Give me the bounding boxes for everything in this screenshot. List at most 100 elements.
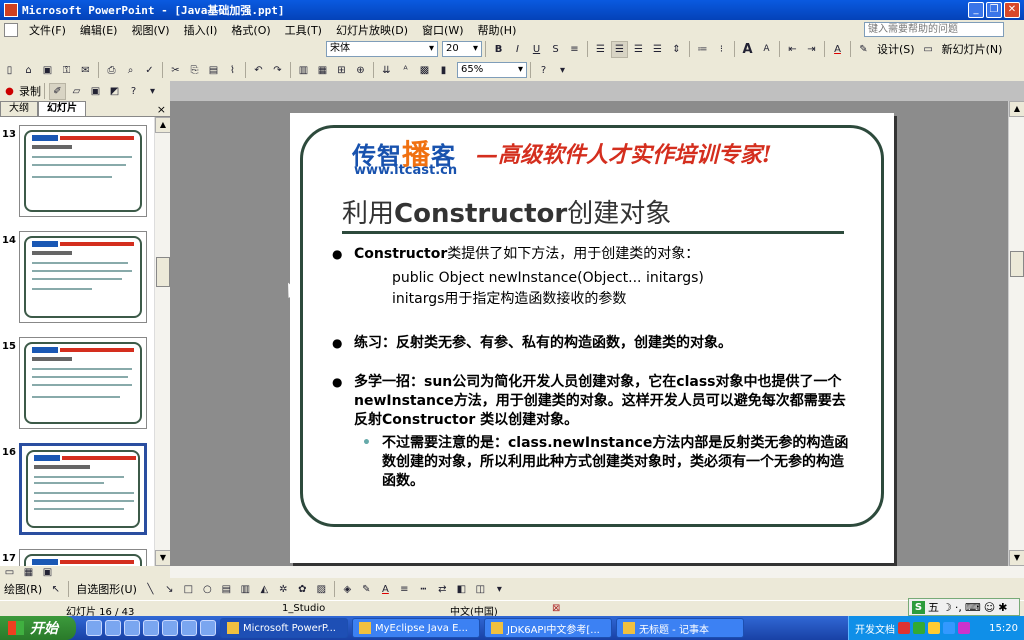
ime-mode[interactable]: 五 bbox=[928, 599, 939, 615]
paste-icon[interactable]: ▤ bbox=[205, 62, 222, 79]
menu-file[interactable]: 文件(F) bbox=[22, 22, 73, 38]
settings-icon[interactable]: ✱ bbox=[998, 601, 1007, 614]
cut-icon[interactable]: ✂ bbox=[167, 62, 184, 79]
font-name-select[interactable]: 宋体 ▾ bbox=[326, 41, 438, 57]
underline-icon[interactable]: U bbox=[528, 41, 545, 58]
slide-title[interactable]: 利用Constructor创建对象 bbox=[342, 193, 671, 230]
scroll-thumb[interactable] bbox=[156, 257, 170, 287]
shadow-icon[interactable]: S bbox=[547, 41, 564, 58]
undo-icon[interactable]: ↶ bbox=[250, 62, 267, 79]
tray-icon[interactable] bbox=[928, 622, 940, 634]
sorter-view-icon[interactable]: ▦ bbox=[20, 567, 37, 578]
punctuation-icon[interactable]: ·, bbox=[955, 601, 962, 614]
toolbar-options-icon[interactable]: ▾ bbox=[491, 581, 508, 598]
record-icon[interactable]: ● bbox=[1, 83, 18, 100]
design-icon[interactable]: ✎ bbox=[855, 41, 872, 58]
arrow-icon[interactable]: ↘ bbox=[161, 581, 178, 598]
taskbar-item-myeclipse[interactable]: MyEclipse Java E... bbox=[352, 618, 480, 638]
vertical-textbox-icon[interactable]: ▥ bbox=[237, 581, 254, 598]
menu-format[interactable]: 格式(O) bbox=[224, 22, 277, 38]
bold-icon[interactable]: B bbox=[490, 41, 507, 58]
menu-insert[interactable]: 插入(I) bbox=[177, 22, 225, 38]
help-icon[interactable]: ? bbox=[535, 62, 552, 79]
menu-edit[interactable]: 编辑(E) bbox=[73, 22, 125, 38]
scroll-up-icon[interactable]: ▲ bbox=[155, 117, 171, 133]
scroll-thumb[interactable] bbox=[1010, 251, 1024, 277]
photo-icon[interactable]: ◩ bbox=[106, 83, 123, 100]
new-slide-button[interactable]: 新幻灯片(N) bbox=[938, 41, 1007, 57]
line-style-icon[interactable]: ≡ bbox=[396, 581, 413, 598]
document-icon[interactable] bbox=[4, 22, 18, 37]
line-color-icon[interactable]: ✎ bbox=[358, 581, 375, 598]
close-button[interactable]: ✕ bbox=[1004, 2, 1020, 18]
minimize-button[interactable]: _ bbox=[968, 2, 984, 18]
shadow-style-icon[interactable]: ◧ bbox=[453, 581, 470, 598]
picture-icon[interactable]: ▨ bbox=[313, 581, 330, 598]
new-slide-icon[interactable]: ▭ bbox=[920, 41, 937, 58]
dash-style-icon[interactable]: ┅ bbox=[415, 581, 432, 598]
help-circle-icon[interactable]: ? bbox=[125, 83, 142, 100]
wordart-icon[interactable]: ◭ bbox=[256, 581, 273, 598]
taskbar-item-notepad[interactable]: 无标题 - 记事本 bbox=[616, 618, 744, 638]
spellcheck-icon[interactable]: ⊠ bbox=[552, 603, 560, 614]
taskbar-item-powerpoint[interactable]: Microsoft PowerP... bbox=[220, 618, 348, 638]
menu-help[interactable]: 帮助(H) bbox=[471, 22, 524, 38]
scroll-up-icon[interactable]: ▲ bbox=[1009, 101, 1024, 117]
slideshow-view-icon[interactable]: ▣ bbox=[39, 567, 56, 578]
zoom-select[interactable]: 65% ▾ bbox=[457, 62, 527, 78]
arrow-style-icon[interactable]: ⇄ bbox=[434, 581, 451, 598]
powerpoint-app-icon[interactable] bbox=[4, 3, 18, 17]
autoshapes-button[interactable]: 自选图形(U) bbox=[72, 581, 141, 597]
app-icon[interactable] bbox=[162, 620, 178, 636]
current-slide[interactable]: 传智播客 www.itcast.cn —高级软件人才实作培训专家! 利用Cons… bbox=[290, 113, 894, 563]
copy-icon[interactable]: ⎘ bbox=[186, 62, 203, 79]
slides-pane-scrollbar[interactable]: ▲ ▼ bbox=[154, 117, 171, 566]
app-icon[interactable] bbox=[181, 620, 197, 636]
oval-icon[interactable]: ○ bbox=[199, 581, 216, 598]
line-icon[interactable]: ╲ bbox=[142, 581, 159, 598]
slide-thumbnail[interactable]: 13 bbox=[0, 125, 154, 225]
clock[interactable]: 15:20 bbox=[989, 623, 1018, 634]
record-button[interactable]: 录制 bbox=[19, 83, 41, 99]
restore-button[interactable]: ❐ bbox=[986, 2, 1002, 18]
tab-outline[interactable]: 大纲 bbox=[0, 101, 38, 116]
clipart-icon[interactable]: ✿ bbox=[294, 581, 311, 598]
rectangle-icon[interactable]: □ bbox=[180, 581, 197, 598]
horizontal-scrollbar[interactable] bbox=[170, 566, 1024, 578]
insert-table-icon[interactable]: ▦ bbox=[314, 62, 331, 79]
app-icon[interactable] bbox=[105, 620, 121, 636]
spelling-icon[interactable]: ✓ bbox=[141, 62, 158, 79]
slide-thumbnail[interactable]: 17 bbox=[0, 549, 154, 566]
increase-font-icon[interactable]: A bbox=[739, 41, 756, 58]
email-icon[interactable]: ✉ bbox=[77, 62, 94, 79]
select-objects-icon[interactable]: ↖ bbox=[47, 581, 64, 598]
ime-toolbar[interactable]: S 五 ☽ ·, ⌨ ☺ ✱ bbox=[908, 598, 1020, 616]
menu-tools[interactable]: 工具(T) bbox=[278, 22, 329, 38]
app-icon[interactable] bbox=[143, 620, 159, 636]
font-color-icon[interactable]: A bbox=[377, 581, 394, 598]
menu-view[interactable]: 视图(V) bbox=[124, 22, 176, 38]
menu-slideshow[interactable]: 幻灯片放映(D) bbox=[329, 22, 415, 38]
increase-indent-icon[interactable]: ⇥ bbox=[803, 41, 820, 58]
save-icon[interactable]: ▣ bbox=[39, 62, 56, 79]
ie-icon[interactable] bbox=[86, 620, 102, 636]
app-icon[interactable] bbox=[200, 620, 216, 636]
moon-icon[interactable]: ☽ bbox=[942, 601, 952, 614]
scroll-down-icon[interactable]: ▼ bbox=[155, 550, 171, 566]
align-right-icon[interactable]: ☰ bbox=[630, 41, 647, 58]
dev-docs-toolbar[interactable]: 开发文档 bbox=[855, 621, 895, 636]
tray-icon[interactable] bbox=[943, 622, 955, 634]
slides-icon[interactable]: ▣ bbox=[87, 83, 104, 100]
menu-window[interactable]: 窗口(W) bbox=[415, 22, 470, 38]
tray-icon[interactable] bbox=[898, 622, 910, 634]
show-grid-icon[interactable]: ▩ bbox=[416, 62, 433, 79]
bullets-icon[interactable]: ⁝ bbox=[713, 41, 730, 58]
expand-all-icon[interactable]: ⇊ bbox=[378, 62, 395, 79]
tray-icon[interactable] bbox=[958, 622, 970, 634]
decrease-indent-icon[interactable]: ⇤ bbox=[784, 41, 801, 58]
ime-logo-icon[interactable]: S bbox=[912, 600, 925, 614]
close-icon[interactable]: × bbox=[157, 103, 166, 116]
color-grayscale-icon[interactable]: ▮ bbox=[435, 62, 452, 79]
user-icon[interactable]: ☺ bbox=[984, 601, 995, 614]
text-direction-icon[interactable]: ⇕ bbox=[668, 41, 685, 58]
